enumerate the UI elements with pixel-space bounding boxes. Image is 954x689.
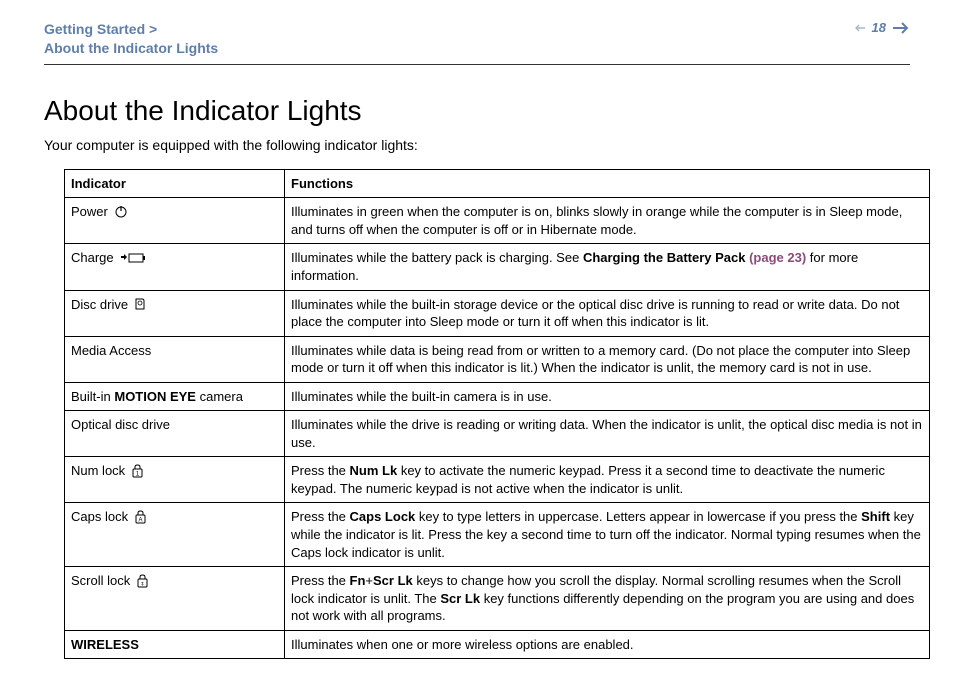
col-header-functions: Functions bbox=[285, 169, 930, 198]
prev-page-arrow-icon[interactable] bbox=[854, 23, 866, 33]
function-text: Illuminates when one or more wireless op… bbox=[285, 630, 930, 659]
breadcrumb: Getting Started > About the Indicator Li… bbox=[44, 20, 218, 58]
capslock-icon: A bbox=[134, 510, 147, 524]
function-text: Press the Caps Lock key to type letters … bbox=[285, 503, 930, 567]
breadcrumb-line: About the Indicator Lights bbox=[44, 39, 218, 58]
indicator-label: Disc drive bbox=[71, 296, 128, 314]
power-icon bbox=[114, 205, 128, 219]
indicator-label: Media Access bbox=[65, 336, 285, 382]
disc-icon bbox=[134, 297, 146, 311]
intro-text: Your computer is equipped with the follo… bbox=[44, 137, 910, 153]
function-text: Illuminates while the battery pack is ch… bbox=[285, 244, 930, 290]
indicator-label: Charge bbox=[71, 249, 114, 267]
function-text: Illuminates while data is being read fro… bbox=[285, 336, 930, 382]
page-title: About the Indicator Lights bbox=[44, 95, 910, 127]
indicator-label: Scroll lock bbox=[71, 572, 130, 590]
breadcrumb-line: Getting Started > bbox=[44, 20, 218, 39]
indicator-label: Caps lock bbox=[71, 508, 128, 526]
indicator-label: WIRELESS bbox=[65, 630, 285, 659]
table-row: Charge Illuminates while the battery pac… bbox=[65, 244, 930, 290]
indicator-label: Built-in MOTION EYE camera bbox=[65, 382, 285, 411]
svg-text:⇕: ⇕ bbox=[141, 581, 145, 587]
page-number: 18 bbox=[872, 20, 886, 35]
numlock-icon: 1 bbox=[131, 464, 144, 478]
function-text: Illuminates while the built-in camera is… bbox=[285, 382, 930, 411]
col-header-indicator: Indicator bbox=[65, 169, 285, 198]
table-row: Scroll lock ⇕ Press the Fn+Scr Lk keys t… bbox=[65, 567, 930, 631]
page-nav: 18 bbox=[854, 20, 910, 35]
indicator-label: Power bbox=[71, 203, 108, 221]
indicator-label: Optical disc drive bbox=[65, 411, 285, 457]
table-row: Caps lock A Press the Caps Lock key to t… bbox=[65, 503, 930, 567]
table-row: Optical disc drive Illuminates while the… bbox=[65, 411, 930, 457]
table-row: WIRELESS Illuminates when one or more wi… bbox=[65, 630, 930, 659]
table-row: Media Access Illuminates while data is b… bbox=[65, 336, 930, 382]
function-text: Press the Fn+Scr Lk keys to change how y… bbox=[285, 567, 930, 631]
indicator-label: Num lock bbox=[71, 462, 125, 480]
charge-icon bbox=[120, 251, 146, 265]
scrolllock-icon: ⇕ bbox=[136, 574, 149, 588]
table-row: Num lock 1 Press the Num Lk key to activ… bbox=[65, 457, 930, 503]
page-header: Getting Started > About the Indicator Li… bbox=[44, 20, 910, 65]
svg-text:A: A bbox=[139, 518, 143, 524]
indicator-table: Indicator Functions Power Illuminates in… bbox=[64, 169, 930, 659]
function-text: Illuminates while the built-in storage d… bbox=[285, 290, 930, 336]
function-text: Press the Num Lk key to activate the num… bbox=[285, 457, 930, 503]
table-row: Power Illuminates in green when the comp… bbox=[65, 198, 930, 244]
next-page-arrow-icon[interactable] bbox=[892, 21, 910, 35]
page-link[interactable]: (page 23) bbox=[749, 250, 806, 265]
table-row: Disc drive Illuminates while the built-i… bbox=[65, 290, 930, 336]
function-text: Illuminates while the drive is reading o… bbox=[285, 411, 930, 457]
table-row: Built-in MOTION EYE camera Illuminates w… bbox=[65, 382, 930, 411]
function-text: Illuminates in green when the computer i… bbox=[285, 198, 930, 244]
